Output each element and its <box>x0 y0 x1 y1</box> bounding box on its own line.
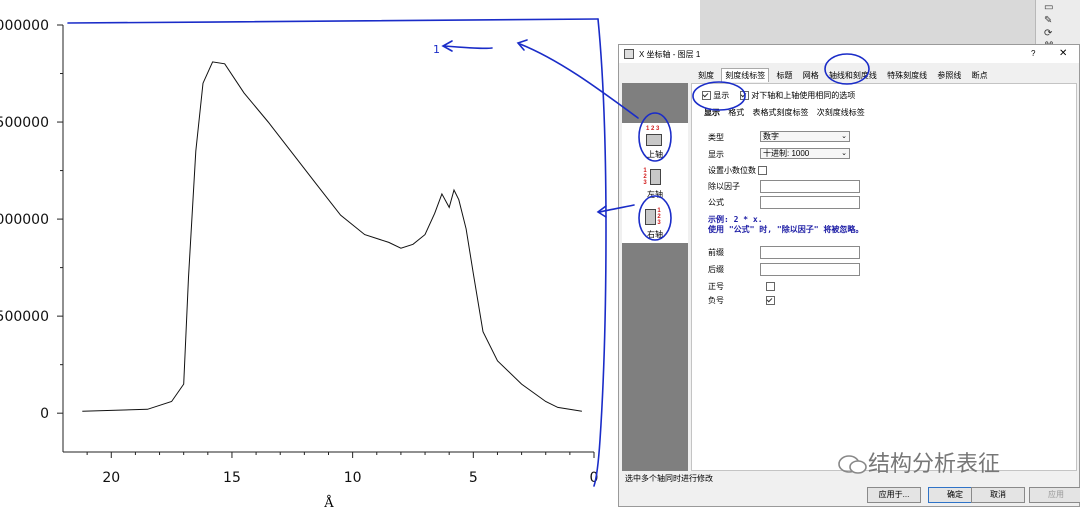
type-select[interactable]: 数字 ⌄ <box>760 131 850 142</box>
subtab-format[interactable]: 格式 <box>728 108 744 117</box>
dialog-titlebar[interactable]: X 坐标轴 - 图层 1 ? ✕ <box>619 45 1079 63</box>
x-tick-label: 0 <box>590 470 599 486</box>
suffix-label: 后缀 <box>708 265 724 274</box>
chevron-down-icon: ⌄ <box>841 133 847 140</box>
spectrum-series-line <box>82 61 582 412</box>
minus-row[interactable]: 负号 <box>708 295 776 306</box>
minus-checkbox[interactable] <box>766 296 776 306</box>
axis-item-top[interactable]: 1 2 3 上轴 <box>622 123 688 163</box>
plus-row[interactable]: 正号 <box>708 281 776 292</box>
wechat-icon <box>838 455 867 474</box>
window-icon <box>624 49 634 59</box>
divide-label: 除以因子 <box>708 182 740 191</box>
apply-button[interactable]: 应用 <box>1029 487 1080 503</box>
left-axis-icon: 1 2 3 <box>643 166 663 186</box>
y-tick-label: 000000 <box>0 212 49 228</box>
subtab-table-labels[interactable]: 表格式刻度标签 <box>752 108 808 117</box>
spectrum-chart: 20 15 10 5 00000005000000000005000000 Å <box>0 18 598 507</box>
tab-special-ticks[interactable]: 特殊刻度线 <box>884 69 930 82</box>
formula-label: 公式 <box>708 198 724 207</box>
x-axis-label: Å <box>323 495 334 507</box>
apply-to-button[interactable]: 应用于... <box>867 487 921 503</box>
prefix-label: 前缀 <box>708 248 724 257</box>
sync-checkbox[interactable] <box>740 91 749 101</box>
tab-line-ticks[interactable]: 轴线和刻度线 <box>826 69 880 82</box>
formula-warning-note: 使用 "公式" 时, "除以因子" 将被忽略。 <box>708 225 864 234</box>
background-workspace-strip <box>700 0 1035 44</box>
show-checkbox-row[interactable]: 显示 <box>702 90 729 101</box>
tab-reference-lines[interactable]: 参照线 <box>934 69 964 82</box>
x-tick-label: 5 <box>469 470 478 486</box>
x-tick-label: 15 <box>223 470 241 486</box>
sync-checkbox-row[interactable]: 对下轴和上轴使用相同的选项 <box>740 90 855 101</box>
tab-scale[interactable]: 刻度 <box>695 69 717 82</box>
x-tick-label: 20 <box>102 470 120 486</box>
y-tick-label: 0 <box>40 406 49 422</box>
toolbar-icon-2[interactable]: ✎ <box>1044 16 1056 26</box>
type-label: 类型 <box>708 133 724 142</box>
cancel-button[interactable]: 取消 <box>971 487 1025 503</box>
minus-label: 负号 <box>708 296 724 305</box>
show-label: 显示 <box>713 91 730 100</box>
decimal-label: 设置小数位数 <box>708 166 756 175</box>
display-select[interactable]: 十进制: 1000 ⌄ <box>760 148 850 159</box>
show-checkbox[interactable] <box>702 91 711 101</box>
tab-grid[interactable]: 网格 <box>800 69 822 82</box>
sub-tabs: 显示 格式 表格式刻度标签 次刻度线标签 <box>704 107 871 118</box>
status-text: 选中多个轴同时进行修改 <box>625 474 713 483</box>
toolbar-icon-3[interactable]: ⟳ <box>1044 29 1056 39</box>
formula-input[interactable] <box>760 196 860 209</box>
suffix-input[interactable] <box>760 263 860 276</box>
chevron-down-icon: ⌄ <box>841 150 847 157</box>
chart-ticks: 20 15 10 5 00000005000000000005000000 <box>0 18 598 486</box>
sync-label: 对下轴和上轴使用相同的选项 <box>751 91 856 100</box>
type-select-value: 数字 <box>763 132 779 141</box>
axis-item-label: 上轴 <box>647 150 663 159</box>
subtab-minor-labels[interactable]: 次刻度线标签 <box>817 108 865 117</box>
axis-item-left[interactable]: 1 2 3 左轴 <box>622 163 688 203</box>
x-axis-dialog: X 坐标轴 - 图层 1 ? ✕ 刻度 刻度线标签 标题 网格 轴线和刻度线 特… <box>618 44 1080 507</box>
axis-item-label: 右轴 <box>647 230 663 239</box>
tab-title[interactable]: 标题 <box>773 69 795 82</box>
decimal-checkbox[interactable] <box>758 166 768 176</box>
prefix-input[interactable] <box>760 246 860 259</box>
display-label: 显示 <box>708 150 724 159</box>
decimal-row[interactable]: 设置小数位数 <box>708 165 768 176</box>
tab-breaks[interactable]: 断点 <box>969 69 991 82</box>
toolbar-icon-1[interactable]: ▭ <box>1044 3 1056 13</box>
help-button[interactable]: ? <box>1031 49 1035 58</box>
close-icon[interactable]: ✕ <box>1059 48 1067 59</box>
tick-labels-panel: 显示 对下轴和上轴使用相同的选项 显示 格式 表格式刻度标签 次刻度线标签 类型… <box>691 83 1077 471</box>
plus-label: 正号 <box>708 282 724 291</box>
watermark-text: 结构分析表征 <box>868 452 1001 477</box>
axis-item-right[interactable]: 1 2 3 右轴 <box>622 203 688 243</box>
chart-axes <box>62 25 594 453</box>
side-toolbar: ▭ ✎ ⟳ ⌘ <box>1035 0 1080 52</box>
y-tick-label: 500000 <box>0 115 49 131</box>
y-tick-label: 000000 <box>0 18 49 34</box>
top-axis-icon: 1 2 3 <box>645 126 663 146</box>
y-tick-label: 500000 <box>0 309 49 325</box>
x-tick-label: 10 <box>344 470 362 486</box>
display-select-value: 十进制: 1000 <box>763 149 810 158</box>
axis-item-label: 左轴 <box>647 190 663 199</box>
divide-input[interactable] <box>760 180 860 193</box>
axis-list: 1 2 3 下轴 1 2 3 上轴 1 2 3 左轴 1 2 3 右轴 <box>622 83 852 471</box>
dialog-tabs: 刻度 刻度线标签 标题 网格 轴线和刻度线 特殊刻度线 参照线 断点 <box>695 68 993 82</box>
plus-checkbox[interactable] <box>766 282 776 292</box>
tab-tick-labels[interactable]: 刻度线标签 <box>721 68 770 82</box>
right-axis-icon: 1 2 3 <box>645 206 663 226</box>
subtab-display[interactable]: 显示 <box>704 108 720 117</box>
dialog-title: X 坐标轴 - 图层 1 <box>639 50 701 59</box>
watermark: 结构分析表征 <box>838 446 1000 478</box>
